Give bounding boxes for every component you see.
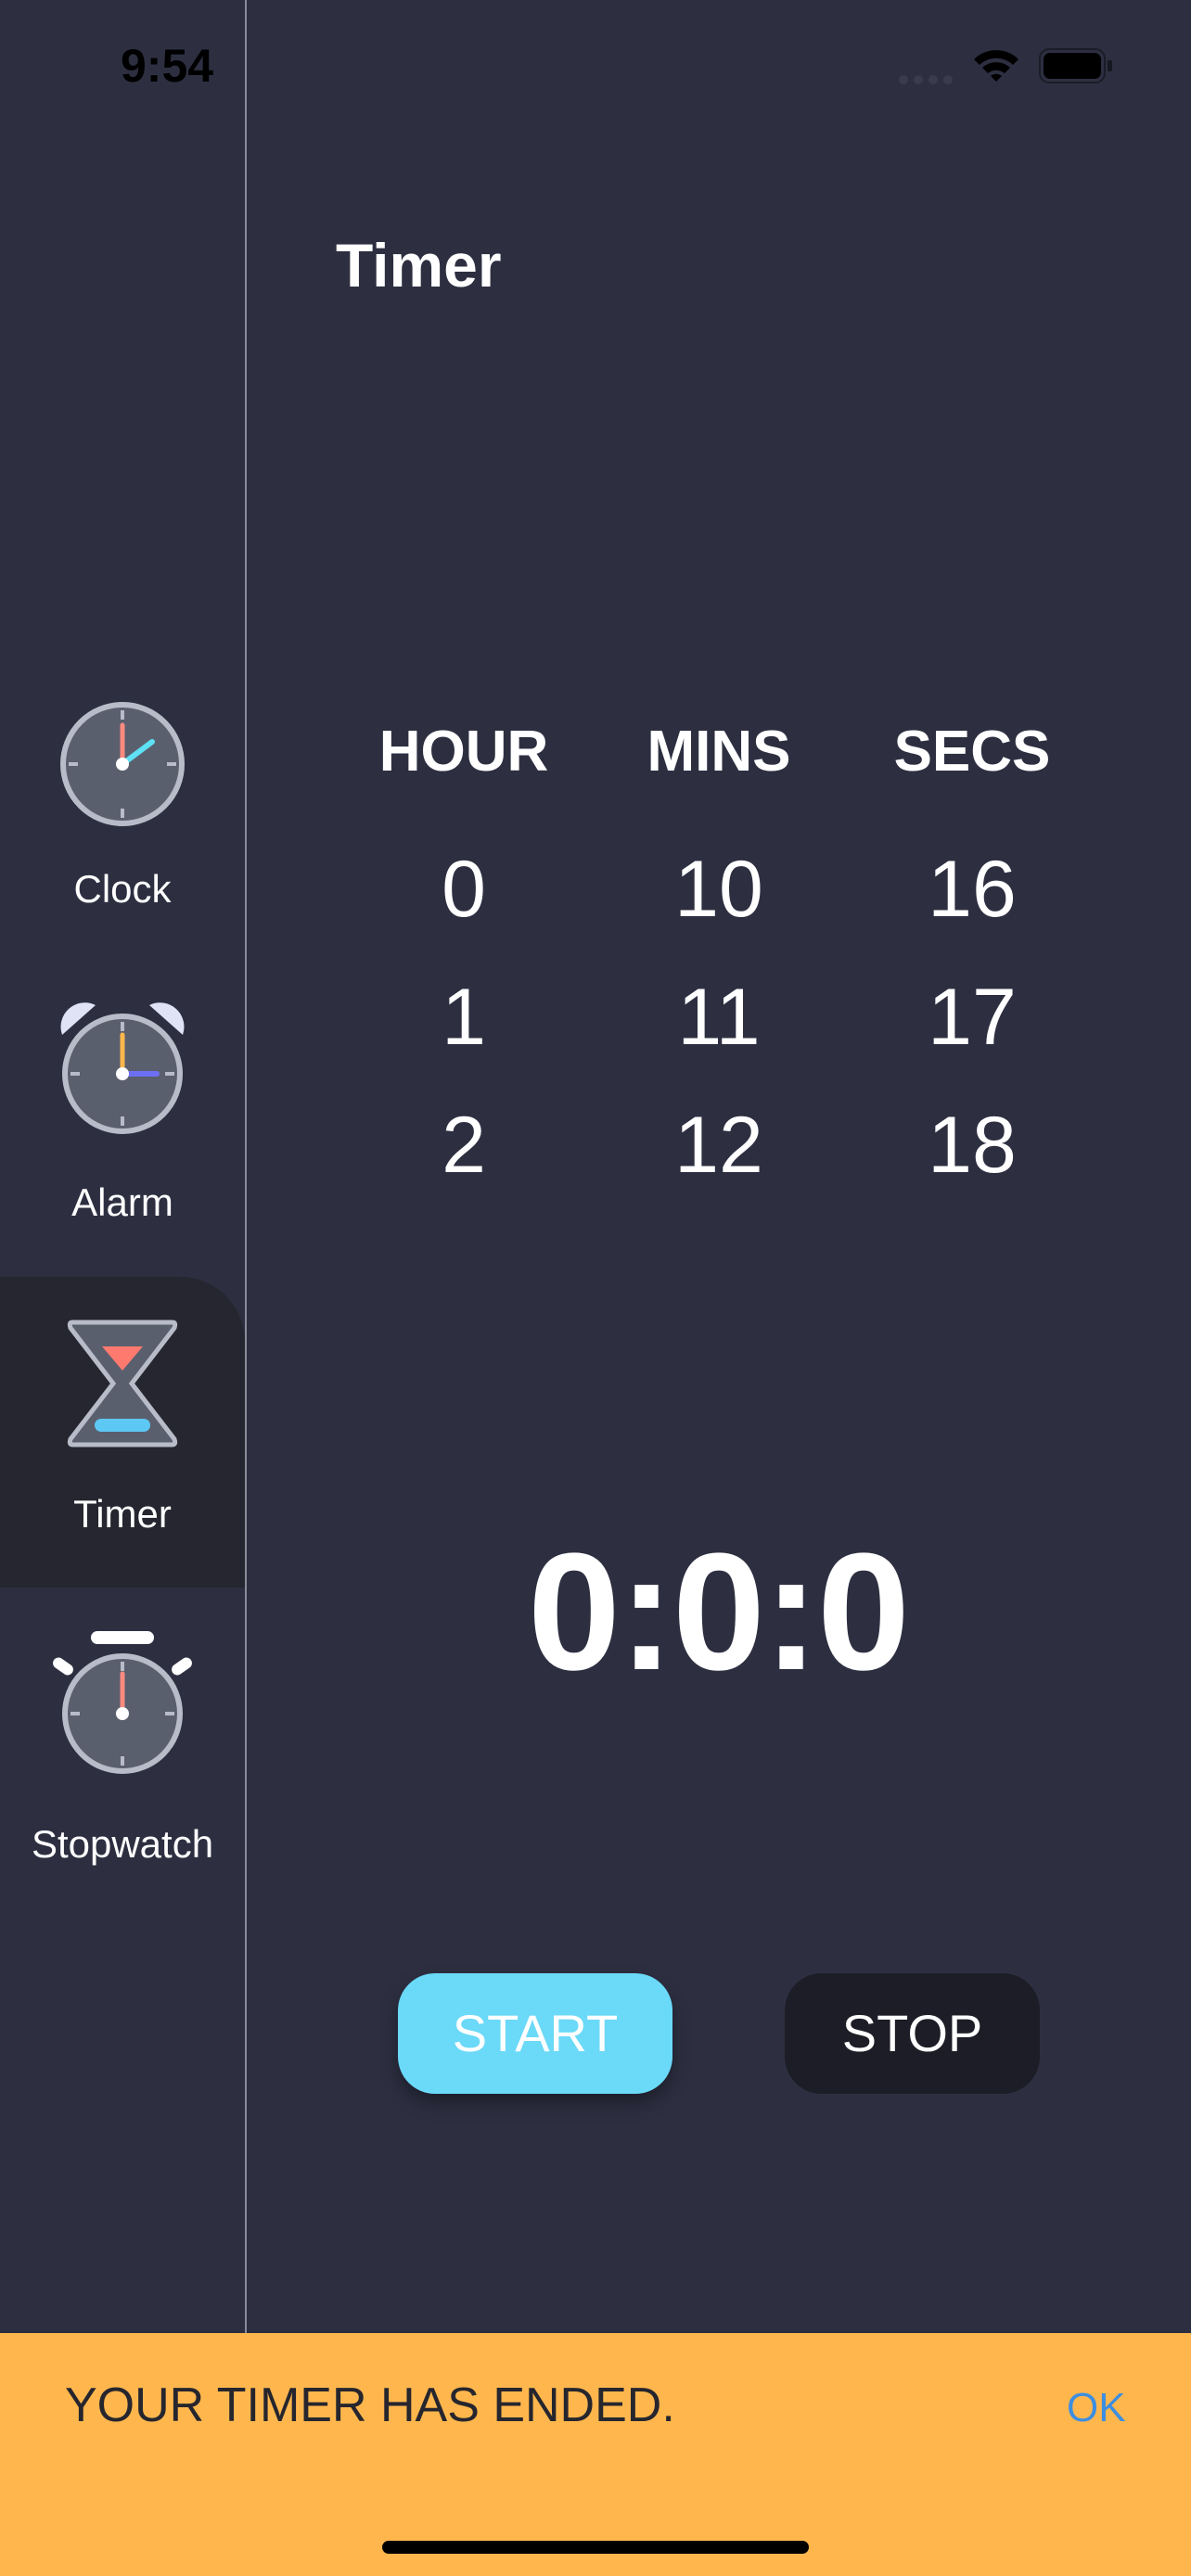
hourglass-icon — [67, 1320, 178, 1447]
battery-icon — [1039, 48, 1112, 83]
secs-header: SECS — [893, 720, 1051, 784]
sidebar-item-alarm[interactable]: Alarm — [0, 1000, 245, 1310]
clock-icon — [60, 702, 185, 826]
sidebar-item-clock[interactable]: Clock — [0, 686, 245, 997]
sidebar: Clock Alarm Timer Stopwatch — [0, 0, 247, 2333]
cellular-signal-icon — [899, 75, 953, 84]
ok-button[interactable]: OK — [1067, 2385, 1126, 2431]
page-title: Timer — [336, 231, 502, 300]
mins-header: MINS — [647, 720, 791, 784]
sidebar-item-label: Alarm — [71, 1180, 173, 1224]
hour-option[interactable]: 2 — [343, 1100, 584, 1192]
hour-option[interactable]: 0 — [343, 844, 584, 936]
mins-option[interactable]: 10 — [598, 844, 839, 936]
hour-option[interactable]: 1 — [343, 972, 584, 1064]
mins-option[interactable]: 12 — [598, 1100, 839, 1192]
stop-button[interactable]: STOP — [785, 1973, 1040, 2094]
secs-option[interactable]: 18 — [852, 1100, 1093, 1192]
sidebar-item-label: Stopwatch — [31, 1822, 214, 1866]
hour-header: HOUR — [378, 720, 549, 784]
timer-display: 0:0:0 — [527, 1519, 910, 1705]
start-button[interactable]: START — [398, 1973, 672, 2094]
home-indicator[interactable] — [382, 2541, 809, 2554]
banner-message: YOUR TIMER HAS ENDED. — [65, 2378, 675, 2432]
secs-option[interactable]: 16 — [852, 844, 1093, 936]
alarm-clock-icon — [60, 1002, 185, 1134]
wifi-icon — [974, 50, 1018, 82]
timer-ended-banner: YOUR TIMER HAS ENDED. OK — [0, 2333, 1191, 2576]
mins-option[interactable]: 11 — [598, 972, 839, 1064]
secs-option[interactable]: 17 — [852, 972, 1093, 1064]
sidebar-item-label: Clock — [73, 867, 172, 911]
